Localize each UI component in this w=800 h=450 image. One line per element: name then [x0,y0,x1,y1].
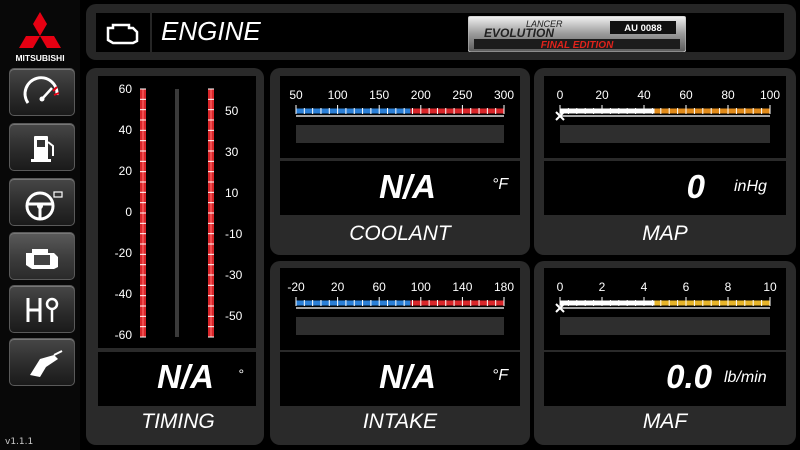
coolant-value-bar [296,125,504,143]
nav-button-fuel[interactable] [9,123,75,171]
nav-button-engine[interactable] [9,232,75,280]
timing-left-tick-label: -20 [114,246,132,260]
coolant-tick-label: 50 [289,88,303,102]
timing-left-tick-label: 0 [125,205,132,219]
timing-left-tick-label: 60 [118,82,132,96]
map-tick-label: 60 [679,88,693,102]
intake-unit: °F [492,367,509,384]
intake-tick-label: 140 [452,280,473,294]
intake-tick-label: 180 [493,280,515,294]
intake-tick-label: 100 [410,280,431,294]
engine-icon [106,23,139,45]
map-tick-label: 80 [721,88,735,102]
timing-unit: ° [238,366,244,382]
maf-scale-bar [555,297,771,335]
intake-label: INTAKE [362,410,438,433]
timing-right-tick-label: -30 [225,268,243,282]
badge-line2: EVOLUTION [484,26,554,40]
intake-scale-bar [295,297,505,335]
map-value: 0 [686,168,705,205]
timing-right-tick-label: -50 [225,309,243,323]
engine-icon [26,249,58,269]
speedometer-icon [23,76,60,104]
timing-left-tick-label: -40 [114,287,132,301]
timing-right-tick-label: 50 [225,104,239,118]
timing-label: TIMING [141,410,215,433]
nav-button-speedometer[interactable] [9,68,75,116]
map-tick-label: 40 [637,88,651,102]
badge-line3: FINAL EDITION [541,40,614,51]
brand-name: MITSUBISHI [15,53,65,63]
badge-plate: AU 0088 [624,23,662,34]
timing-right-tick-label: 10 [225,186,239,200]
map-tick-label: 20 [595,88,609,102]
maf-tick-label: 0 [556,280,564,294]
map-scale-bar [555,105,771,143]
map-label: MAP [642,222,688,245]
coolant-tick-label: 300 [493,88,515,102]
map-tick-label: 0 [556,88,564,102]
fuel-pump-icon [31,136,54,162]
timing-left-tick-label: 20 [118,164,132,178]
map-tick-label: 100 [759,88,781,102]
maf-value-bar [560,317,770,335]
intake-tick-label: 60 [372,280,386,294]
intake-value: N/A [379,358,436,395]
intake-tick-label: 20 [330,280,345,294]
maf-tick-label: 6 [682,280,690,294]
nav-button-driving[interactable] [9,178,75,226]
map-value-bar [560,125,770,143]
coolant-label: COOLANT [349,222,451,245]
timing-left-tick-label: -60 [114,328,132,342]
maf-unit: lb/min [724,369,767,386]
coolant-unit: °F [492,176,509,193]
maf-label: MAF [642,410,688,433]
gear-shift-icon [26,297,59,322]
coolant-tick-label: 200 [410,88,431,102]
maf-tick-label: 8 [724,280,732,294]
maf-value: 0.0 [666,358,712,395]
header-separator [150,13,152,52]
app-version: v1.1.1 [5,437,34,447]
steering-wheel-icon [25,191,63,221]
intake-value-bar [296,317,504,335]
coolant-value: N/A [379,168,436,205]
nav-button-refuel[interactable] [9,338,75,386]
coolant-tick-label: 150 [369,88,390,102]
timing-right-tick-label: -10 [225,227,243,241]
maf-tick-label: 4 [640,280,648,294]
maf-tick-label: 10 [763,280,777,294]
timing-value: N/A [157,358,214,395]
page-title: ENGINE [161,16,261,46]
lancer-evolution-badge: LANCER EVOLUTION AU 0088 FINAL EDITION [468,16,686,52]
nav-button-gearbox[interactable] [9,285,75,333]
coolant-tick-label: 250 [452,88,473,102]
coolant-scale-bar [295,105,505,143]
timing-left-tick-label: 40 [118,123,132,137]
map-unit: inHg [734,178,767,195]
maf-tick-label: 2 [598,280,606,294]
intake-tick-label: -20 [287,280,305,294]
coolant-tick-label: 100 [327,88,348,102]
timing-right-tick-label: 30 [225,145,239,159]
fuel-nozzle-icon [30,350,63,377]
